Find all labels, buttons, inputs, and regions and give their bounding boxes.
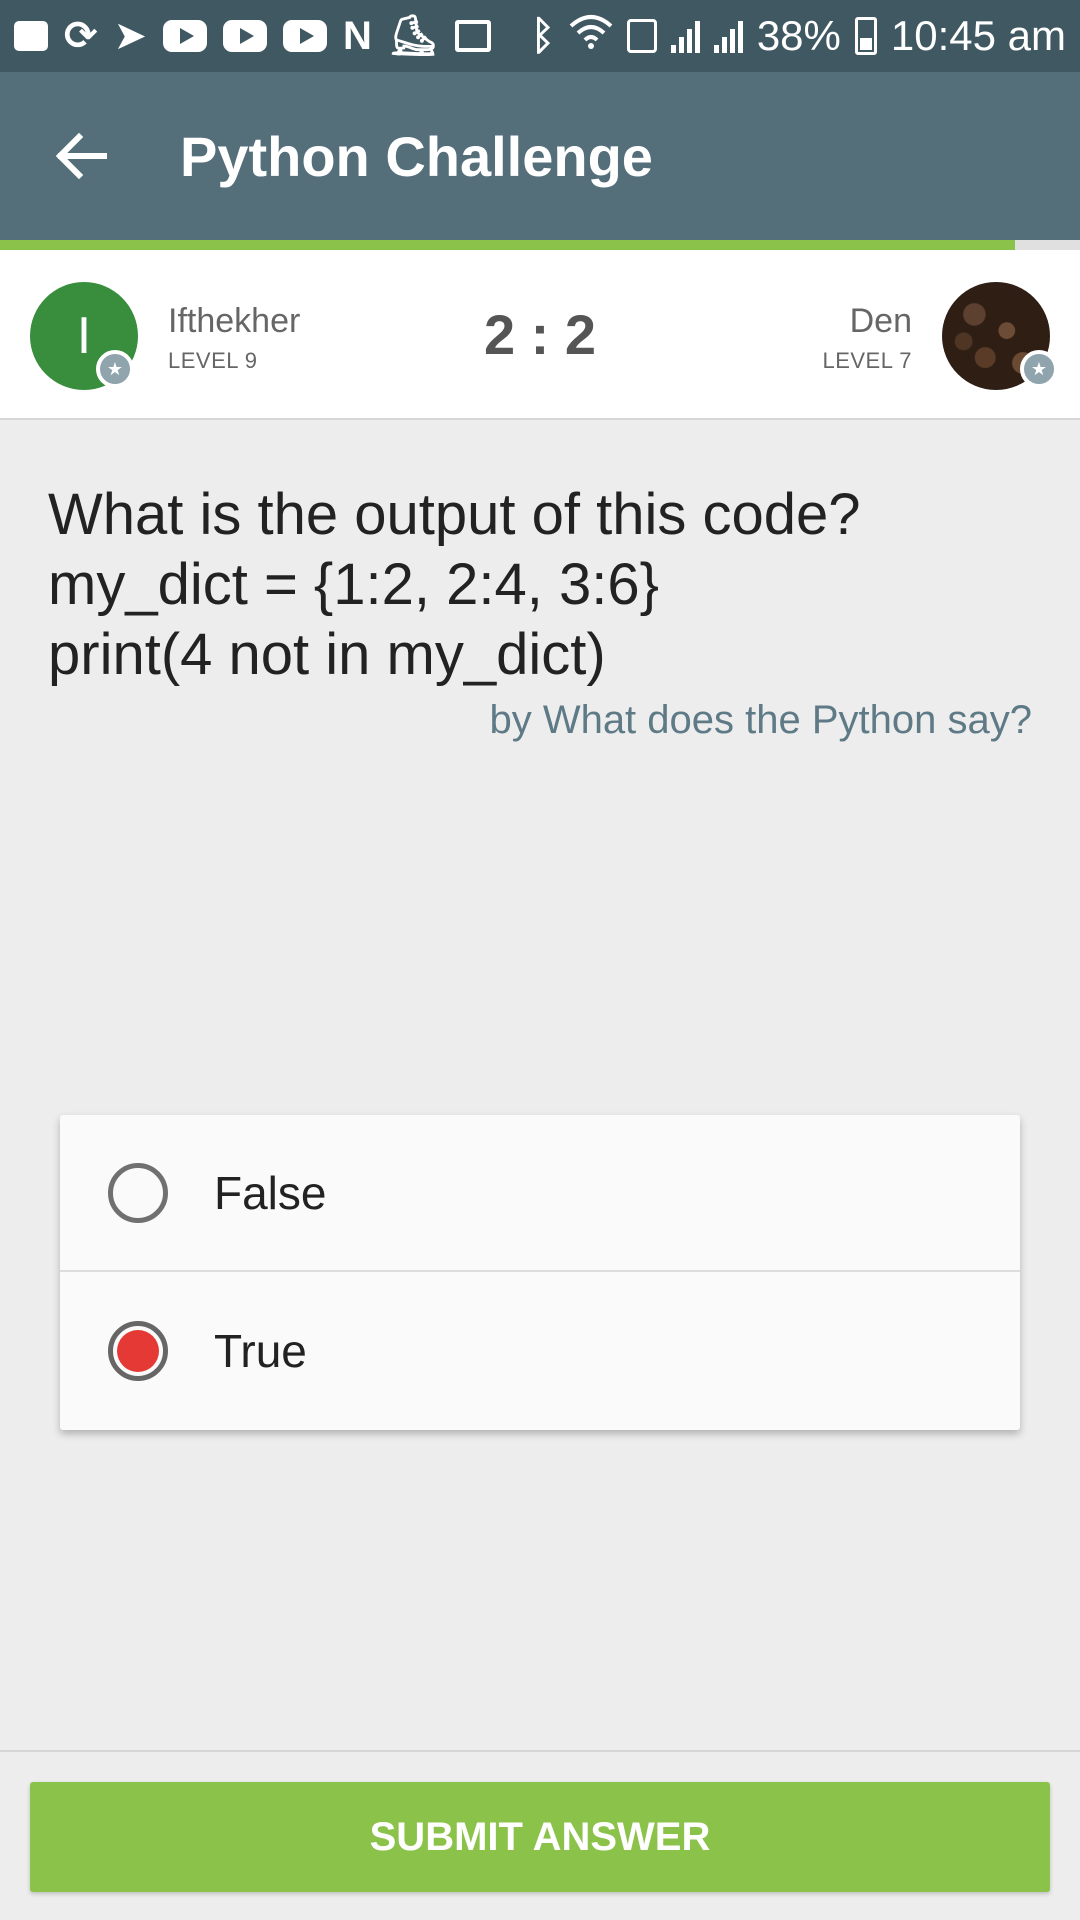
score: 2 : 2 [483,303,597,366]
challenge-progress-bar [0,240,1080,250]
clock: 10:45 am [890,12,1066,59]
youtube-icon [163,20,208,52]
question-line: print(4 not in my_dict) [48,622,606,687]
progress-fill [0,240,1016,250]
player-level-right: LEVEL 7 [822,348,912,373]
telegram-icon: ➤ [113,14,148,58]
status-bar: ⟳ ➤ N ⛸ ᛒ 38% 10:45 am [0,0,1080,72]
question-text: What is the output of this code? my_dict… [48,480,1038,690]
answer-options-card: False True [60,1115,1020,1430]
back-button[interactable] [36,111,126,201]
arrow-left-icon [55,133,107,179]
battery-icon [854,17,877,55]
question-attribution[interactable]: by What does the Python say? [489,698,1032,743]
app-bar: Python Challenge [0,72,1080,240]
image-icon [454,20,491,52]
star-badge-icon: ★ [1020,350,1058,388]
youtube-icon [223,20,268,52]
player-name-right: Den [849,302,912,340]
notification-icons: ⟳ ➤ N ⛸ [14,16,491,56]
radio-button-icon[interactable] [108,1162,168,1223]
option-label: False [214,1166,327,1219]
answer-option-true[interactable]: True [60,1272,1020,1429]
question-line: my_dict = {1:2, 2:4, 3:6} [48,552,660,617]
wifi-icon [569,12,613,60]
divider [0,1750,1080,1752]
message-icon [14,21,48,51]
data-icon [626,19,657,53]
youtube-icon [283,20,328,52]
option-label: True [214,1324,307,1377]
question-line: What is the output of this code? [48,482,861,547]
answer-option-false[interactable]: False [60,1115,1020,1272]
system-icons: ᛒ 38% 10:45 am [531,12,1066,60]
signal-icon [713,19,743,53]
n-app-icon: N [343,14,372,58]
page-title: Python Challenge [180,124,653,188]
signal-icon [670,19,700,53]
players-panel: I ★ Ifthekher LEVEL 9 2 : 2 Den LEVEL 7 … [0,250,1080,420]
submit-answer-button[interactable]: SUBMIT ANSWER [30,1782,1050,1892]
shoe-icon: ⛸ [387,14,439,58]
sync-icon: ⟳ [64,14,98,58]
radio-button-icon[interactable] [108,1320,168,1381]
bluetooth-icon: ᛒ [530,14,555,58]
battery-percent: 38% [756,12,841,59]
